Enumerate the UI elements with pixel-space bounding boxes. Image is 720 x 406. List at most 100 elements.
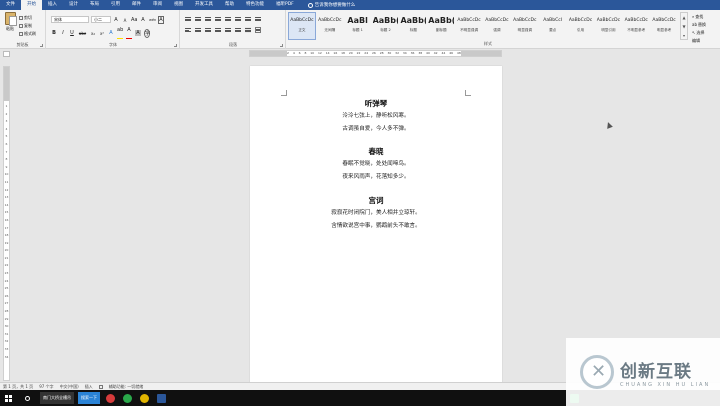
select-button[interactable]: ↖ 选择: [692, 29, 706, 37]
bold-button[interactable]: B: [51, 30, 57, 36]
tab-7[interactable]: 审阅: [147, 0, 168, 10]
tab-6[interactable]: 邮件: [126, 0, 147, 10]
replace-icon: ab: [692, 22, 697, 27]
clear-format-button[interactable]: A: [140, 17, 146, 23]
vruler-number: 25: [4, 286, 9, 291]
copy-button[interactable]: 复制: [19, 23, 32, 29]
start-button[interactable]: [0, 390, 16, 406]
styles-scroll[interactable]: ▲ ▼ ▾: [680, 12, 688, 40]
distributed-icon[interactable]: [225, 27, 231, 33]
subscript-button[interactable]: x₂: [90, 31, 96, 36]
align-right-icon[interactable]: [205, 27, 211, 33]
format-painter-button[interactable]: 格式刷: [19, 31, 36, 37]
clipboard-launcher[interactable]: [40, 44, 43, 47]
find-button[interactable]: ⌕ 查找: [692, 13, 706, 21]
change-case-button[interactable]: Aa: [131, 17, 137, 23]
font-launcher[interactable]: [174, 44, 177, 47]
char-border-button[interactable]: A: [158, 16, 164, 24]
style-item[interactable]: AaBbCcDc 正文: [288, 12, 316, 40]
multilevel-list-icon[interactable]: [205, 16, 211, 22]
insert-mode[interactable]: 插入: [85, 384, 93, 390]
accessibility-status[interactable]: 辅助功能: 一切就绪: [109, 384, 144, 390]
replace-button[interactable]: ab 替换: [692, 21, 706, 29]
tab-9[interactable]: 开发工具: [189, 0, 219, 10]
style-item[interactable]: AaBb(副标题: [427, 12, 455, 40]
numbering-icon[interactable]: [195, 16, 201, 22]
tab-2[interactable]: 插入: [42, 0, 63, 10]
tab-5[interactable]: 引用: [105, 0, 126, 10]
font-size-select[interactable]: 小二: [91, 16, 111, 23]
style-item[interactable]: AaBb(标题 2: [372, 12, 400, 40]
font-color-button[interactable]: A: [126, 27, 132, 39]
phonetic-guide-button[interactable]: wén: [149, 18, 156, 22]
paste-button[interactable]: 粘贴: [3, 12, 17, 32]
italic-button[interactable]: I: [60, 30, 66, 36]
font-name-select[interactable]: 宋体: [51, 16, 89, 23]
style-item[interactable]: AaBbCcDc 无间隔: [316, 12, 344, 40]
tab-selector[interactable]: [3, 51, 10, 57]
tab-0[interactable]: 文件: [0, 0, 21, 10]
style-item[interactable]: AaBbCcDc 明显强调: [511, 12, 539, 40]
shrink-font-button[interactable]: A: [122, 18, 128, 23]
superscript-button[interactable]: x²: [99, 31, 105, 36]
chinese-layout-icon[interactable]: [235, 16, 241, 22]
enclose-char-button[interactable]: 字: [144, 28, 150, 38]
tab-4[interactable]: 布局: [84, 0, 105, 10]
style-item[interactable]: AaBb(标题: [399, 12, 427, 40]
tab-3[interactable]: 设计: [63, 0, 84, 10]
underline-button[interactable]: U: [69, 30, 75, 36]
lightbulb-icon: [307, 2, 313, 8]
sort-icon[interactable]: [245, 16, 251, 22]
style-item[interactable]: AaBl 标题 1: [344, 12, 372, 40]
taskbar-app-document[interactable]: 南门大桥全槽吊: [40, 392, 74, 404]
shading-icon[interactable]: [245, 27, 251, 33]
language[interactable]: 中文(中国): [60, 384, 79, 390]
style-item[interactable]: AaBbCcDc 明显引用: [594, 12, 622, 40]
page-count[interactable]: 第 1 页，共 1 页: [3, 384, 33, 390]
app-icon[interactable]: [106, 393, 115, 403]
poem-line: 春眠不觉晓，处处闻啼鸟。: [342, 161, 410, 167]
cut-button[interactable]: 剪切: [19, 15, 32, 21]
tab-1[interactable]: 开始: [21, 0, 42, 10]
document-page[interactable]: 听弹琴 泠泠七弦上，静听松风寒。 古调虽自爱，今人多不弹。 春晓 春眠不觉晓，处…: [250, 66, 502, 384]
increase-indent-icon[interactable]: [225, 16, 231, 22]
app-icon[interactable]: [140, 393, 149, 403]
tab-12[interactable]: 福昕PDF: [270, 0, 300, 10]
line-spacing-icon[interactable]: [235, 27, 241, 33]
borders-icon[interactable]: [255, 27, 261, 33]
taskbar-search-button[interactable]: [16, 390, 38, 406]
poem: 听弹琴 泠泠七弦上，静听松风寒。 古调虽自爱，今人多不弹。: [250, 98, 502, 132]
word-count[interactable]: 97 个字: [39, 384, 53, 390]
style-item[interactable]: AaBbCcDc 不明显参考: [622, 12, 650, 40]
style-item[interactable]: AaBbCcDc 明显参考: [650, 12, 678, 40]
strikethrough-button[interactable]: abc: [78, 31, 87, 36]
tell-me-box[interactable]: 告诉我你想要做什么: [307, 2, 355, 8]
text-effects-button[interactable]: A: [108, 30, 114, 36]
vruler-number: 7: [5, 149, 8, 154]
ruler-tick: 6: [298, 51, 301, 55]
tab-11[interactable]: 特色功能: [240, 0, 270, 10]
word-icon[interactable]: [157, 393, 166, 403]
align-center-icon[interactable]: [195, 27, 201, 33]
horizontal-ruler[interactable]: 2 4 6 8 10 12 14 16 18 20 22 24 26 28 30 32 34 36 38 40 42 44…: [249, 50, 502, 57]
macro-icon[interactable]: [98, 384, 103, 389]
style-item[interactable]: AaBbCcDc 不明显强调: [455, 12, 483, 40]
paragraph-launcher[interactable]: [280, 44, 283, 47]
tab-10[interactable]: 帮助: [219, 0, 240, 10]
style-item[interactable]: AaBbCcDc 强调: [483, 12, 511, 40]
grow-font-button[interactable]: A: [113, 17, 119, 23]
tab-8[interactable]: 视图: [168, 0, 189, 10]
vertical-ruler[interactable]: 1 2 3 4 5 6 7 8 9 10 11 12 13 14 15 16 17 18 19 20 21 22 23 24 2…: [3, 66, 10, 381]
decrease-indent-icon[interactable]: [215, 16, 221, 22]
highlight-button[interactable]: ab: [117, 27, 123, 39]
app-icon[interactable]: [123, 393, 132, 403]
align-left-icon[interactable]: [185, 27, 191, 33]
ruler-tick: 38: [418, 51, 423, 55]
style-item[interactable]: AaBbCcDc 引用: [567, 12, 595, 40]
bullets-icon[interactable]: [185, 16, 191, 22]
taskbar-app-search[interactable]: 搜索一下: [78, 392, 100, 404]
justify-icon[interactable]: [215, 27, 221, 33]
show-marks-icon[interactable]: [255, 16, 261, 22]
char-shading-button[interactable]: A: [135, 30, 141, 36]
style-item[interactable]: AaBbCcI 要点: [539, 12, 567, 40]
